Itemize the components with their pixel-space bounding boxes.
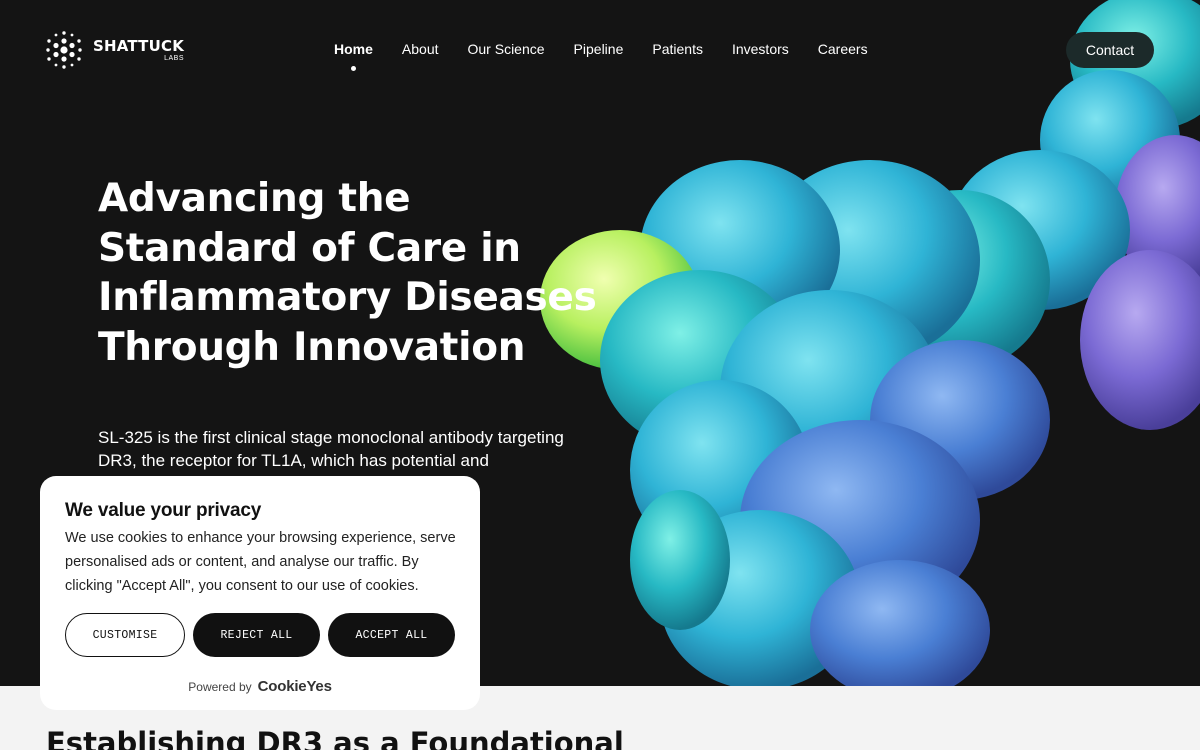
nav-item-careers[interactable]: Careers [818,41,868,57]
brand-name: SHATTUCK [93,36,185,55]
section-title: Establishing DR3 as a Foundational [46,726,624,750]
nav-item-our-science[interactable]: Our Science [468,41,545,57]
hero-description: SL-325 is the first clinical stage monoc… [98,428,564,470]
hero-title: Advancing the Standard of Care in Inflam… [98,176,597,370]
contact-button[interactable]: Contact [1066,32,1154,68]
nav-item-investors[interactable]: Investors [732,41,789,57]
nav-item-patients[interactable]: Patients [652,41,703,57]
logo-dots-icon [46,31,82,69]
brand-logo[interactable]: SHATTUCK LABS [45,30,184,70]
cookie-consent-banner: We value your privacy We use cookies to … [40,476,480,710]
nav-item-home[interactable]: Home [334,41,373,71]
nav-item-pipeline[interactable]: Pipeline [574,41,624,57]
powered-by: Powered by CookieYes [40,678,480,695]
nav-item-about[interactable]: About [402,41,439,57]
nav-item-label: Home [334,41,373,57]
accept-all-button[interactable]: ACCEPT ALL [328,613,455,657]
powered-by-label: Powered by [188,679,252,694]
active-indicator-dot [350,66,356,71]
cookie-title: We value your privacy [65,500,262,521]
cookieyes-logo[interactable]: CookieYes [258,678,332,695]
brand-wordmark: SHATTUCK LABS [93,36,185,62]
cookie-message: We use cookies to enhance your browsing … [65,530,456,594]
brand-sub: LABS [164,54,185,62]
reject-all-button[interactable]: REJECT ALL [193,613,320,657]
customise-button[interactable]: CUSTOMISE [65,613,185,657]
protein-body [540,0,1200,686]
main-nav: Home About Our Science Pipeline Patients… [334,41,897,71]
